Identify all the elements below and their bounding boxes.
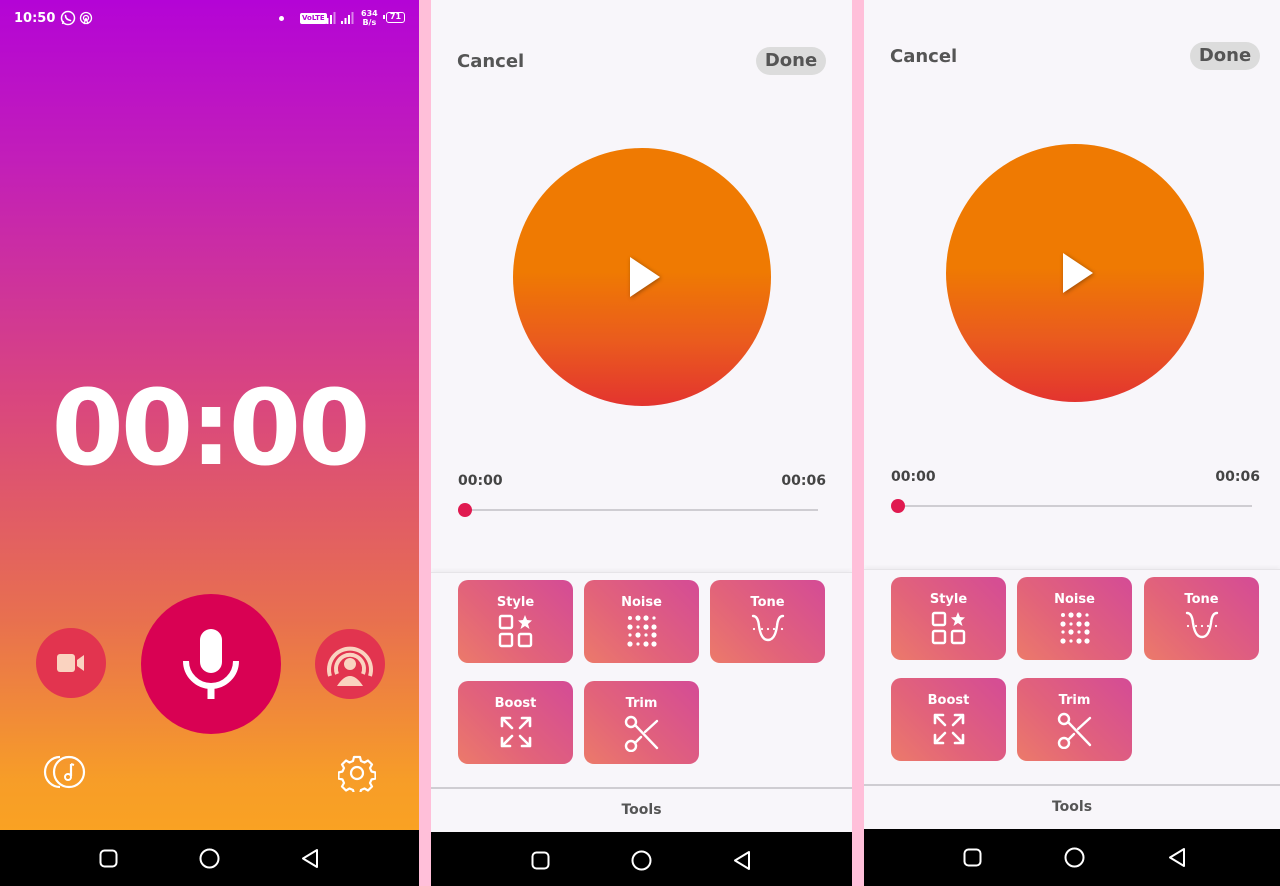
tool-boost[interactable]: Boost — [891, 678, 1006, 761]
current-time: 00:00 — [458, 473, 503, 489]
home-icon[interactable] — [199, 848, 220, 869]
tool-label: Style — [496, 595, 535, 610]
boost-expand-icon — [500, 716, 531, 748]
tone-curve-icon — [751, 614, 784, 642]
style-grid-star-icon — [931, 611, 965, 645]
tools-panel: Style Noise Tone Boost Trim — [864, 569, 1280, 785]
back-icon[interactable] — [1168, 847, 1187, 868]
seek-thumb[interactable] — [458, 503, 472, 517]
home-icon[interactable] — [631, 850, 652, 871]
recording-timer: 00:00 — [51, 367, 370, 489]
tool-boost[interactable]: Boost — [458, 681, 573, 764]
tools-divider — [431, 787, 852, 789]
network-speed-unit: B/s — [362, 18, 377, 27]
screenshot-collage: 10:50 VoLTE 634 B/s 71 00:00 Cancel Done… — [0, 0, 1280, 886]
tool-tone[interactable]: Tone — [710, 580, 825, 663]
noise-dots-icon — [1059, 612, 1090, 644]
tool-trim[interactable]: Trim — [1017, 678, 1132, 761]
noise-dots-icon — [626, 615, 657, 647]
back-icon[interactable] — [301, 848, 320, 869]
play-button[interactable] — [513, 148, 771, 406]
style-grid-star-icon — [498, 614, 532, 648]
tool-noise[interactable]: Noise — [584, 580, 699, 663]
network-speed: 634 B/s — [361, 9, 378, 27]
whatsapp-icon — [60, 10, 76, 26]
recents-icon[interactable] — [99, 849, 118, 868]
tab-tools[interactable]: Tools — [431, 802, 852, 818]
gear-icon — [337, 755, 377, 796]
record-mic-button[interactable] — [141, 594, 281, 734]
cancel-button[interactable]: Cancel — [890, 46, 957, 67]
scissors-icon — [1057, 712, 1091, 749]
seek-track[interactable] — [898, 505, 1252, 507]
home-icon[interactable] — [1064, 847, 1085, 868]
tool-label: Tone — [750, 595, 785, 610]
tools-divider — [864, 784, 1280, 786]
network-speed-value: 634 — [361, 9, 378, 18]
status-time: 10:50 — [14, 11, 56, 26]
tool-label: Trim — [625, 696, 658, 711]
tools-panel: Style Noise Tone Boost Trim — [431, 572, 852, 788]
tool-label: Noise — [621, 595, 662, 610]
editor-screen: Cancel Done 00:00 00:06 Style Noise Tone… — [431, 0, 852, 886]
tool-label: Trim — [1058, 693, 1091, 708]
tool-label: Boost — [927, 693, 970, 708]
system-nav-bar — [864, 829, 1280, 886]
editor-screen: Cancel Done 00:00 00:06 Style Noise Tone… — [864, 0, 1280, 886]
back-icon[interactable] — [733, 850, 752, 871]
done-button[interactable]: Done — [756, 47, 826, 75]
signal-icon — [341, 12, 354, 24]
music-library-icon — [43, 755, 86, 789]
system-nav-bar — [0, 830, 419, 886]
live-broadcast-icon — [327, 646, 373, 686]
total-duration: 00:06 — [781, 473, 826, 489]
live-broadcast-button[interactable] — [315, 629, 385, 699]
music-library-button[interactable] — [42, 754, 88, 790]
recents-icon[interactable] — [531, 851, 550, 870]
tool-label: Boost — [494, 696, 537, 711]
total-duration: 00:06 — [1215, 469, 1260, 485]
cancel-button[interactable]: Cancel — [457, 51, 524, 72]
microphone-icon — [183, 629, 239, 699]
current-time: 00:00 — [891, 469, 936, 485]
done-button[interactable]: Done — [1190, 42, 1260, 70]
signal-icon — [323, 12, 336, 24]
tool-trim[interactable]: Trim — [584, 681, 699, 764]
seek-thumb[interactable] — [891, 499, 905, 513]
play-icon — [630, 257, 660, 297]
recorder-screen: 10:50 VoLTE 634 B/s 71 00:00 — [0, 0, 419, 886]
tool-label: Noise — [1054, 592, 1095, 607]
tool-label: Tone — [1184, 592, 1219, 607]
tool-label: Style — [929, 592, 968, 607]
tool-tone[interactable]: Tone — [1144, 577, 1259, 660]
notification-dot — [279, 16, 284, 21]
tool-style[interactable]: Style — [891, 577, 1006, 660]
video-record-button[interactable] — [36, 628, 106, 698]
tool-noise[interactable]: Noise — [1017, 577, 1132, 660]
battery-indicator: 71 — [383, 12, 405, 23]
settings-button[interactable] — [337, 754, 377, 796]
seek-track[interactable] — [465, 509, 818, 511]
tone-curve-icon — [1185, 611, 1218, 639]
boost-expand-icon — [933, 713, 964, 745]
hotspot-icon — [79, 11, 93, 25]
play-icon — [1063, 253, 1093, 293]
tab-tools[interactable]: Tools — [864, 799, 1280, 815]
scissors-icon — [624, 715, 658, 752]
tool-style[interactable]: Style — [458, 580, 573, 663]
play-button[interactable] — [946, 144, 1204, 402]
recents-icon[interactable] — [963, 848, 982, 867]
status-bar: 10:50 VoLTE 634 B/s 71 — [0, 0, 419, 38]
system-nav-bar — [431, 832, 852, 886]
video-camera-icon — [57, 654, 84, 672]
